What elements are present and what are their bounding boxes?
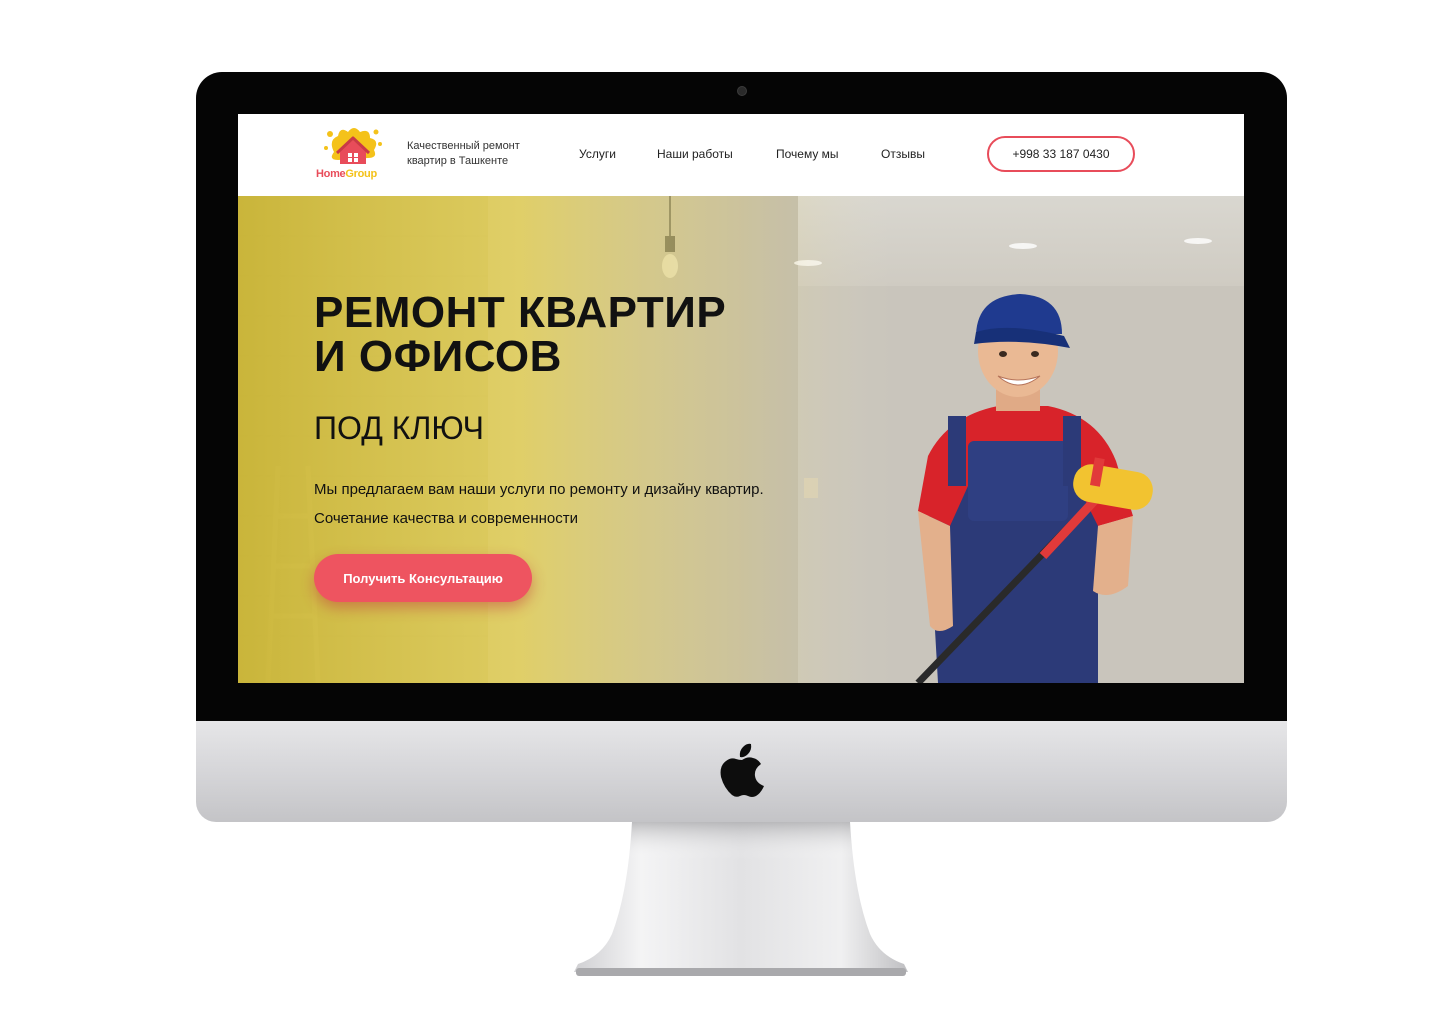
header-tagline: Качественный ремонт квартир в Ташкенте xyxy=(407,140,520,167)
nav-why-us[interactable]: Почему мы xyxy=(776,147,839,161)
nav-reviews[interactable]: Отзывы xyxy=(881,147,925,161)
hero-title-line1: РЕМОНТ КВАРТИР xyxy=(314,288,727,337)
logo-wordmark-part1: Home xyxy=(316,168,346,180)
nav-services[interactable]: Услуги xyxy=(579,147,616,161)
nav-our-works[interactable]: Наши работы xyxy=(657,147,733,161)
imac-stand xyxy=(574,822,908,976)
logo-wordmark: HomeGroup xyxy=(316,168,377,180)
apple-logo-icon xyxy=(720,743,764,797)
site-header: HomeGroup Качественный ремонт квартир в … xyxy=(238,114,1244,196)
hero-title-line2: И ОФИСОВ xyxy=(314,332,562,381)
logo-wordmark-part2: Group xyxy=(345,168,377,180)
hero-subtitle: ПОД КЛЮЧ xyxy=(314,410,484,446)
hero-title: РЕМОНТ КВАРТИР И ОФИСОВ xyxy=(314,291,834,379)
worker-image xyxy=(915,294,1153,683)
consultation-button[interactable]: Получить Консультацию xyxy=(314,554,532,602)
hero-description: Мы предлагаем вам наши услуги по ремонту… xyxy=(314,481,764,527)
website-screen: HomeGroup Качественный ремонт квартир в … xyxy=(238,114,1244,683)
hero-section: РЕМОНТ КВАРТИР И ОФИСОВ ПОД КЛЮЧ Мы пред… xyxy=(238,196,1244,683)
phone-button[interactable]: +998 33 187 0430 xyxy=(987,136,1135,172)
camera-icon xyxy=(737,86,747,96)
phone-number: +998 33 187 0430 xyxy=(1012,147,1110,161)
